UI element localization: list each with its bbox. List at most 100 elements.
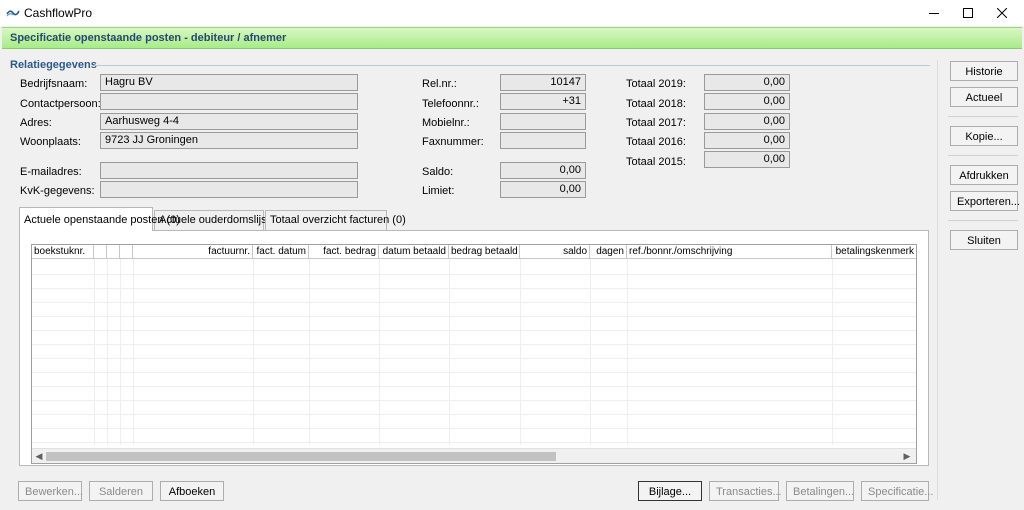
tab-openstaande-posten[interactable]: Actuele openstaande posten (0) [19, 207, 180, 231]
grid-row-line [32, 274, 916, 275]
posten-grid[interactable]: boekstuknr. factuurnr. fact. datum fact.… [31, 244, 917, 464]
contactpersoon-label: Contactpersoon: [20, 98, 101, 110]
totaal-field[interactable]: 0,00 [704, 132, 790, 149]
totaal-label: Totaal 2015: [626, 156, 686, 168]
totaal-label: Totaal 2017: [626, 117, 686, 129]
grid-column-line [590, 259, 591, 445]
limiet-field[interactable]: 0,00 [500, 181, 586, 198]
email-field[interactable] [100, 162, 358, 179]
grid-row-line [32, 316, 916, 317]
grid-column-line [832, 259, 833, 445]
column-header[interactable]: betalingskenmerk [832, 245, 916, 259]
column-header[interactable] [107, 245, 120, 259]
betalingen-button[interactable]: Betalingen... [786, 481, 854, 501]
contactpersoon-field[interactable] [100, 93, 358, 110]
grid-column-line [253, 259, 254, 445]
grid-row-line [32, 386, 916, 387]
historie-button[interactable]: Historie [950, 61, 1018, 81]
bedrijfsnaam-label: Bedrijfsnaam: [20, 78, 88, 90]
totaal-field[interactable]: 0,00 [704, 113, 790, 130]
grid-row-line [32, 442, 916, 443]
section-title: Relatiegegevens [10, 59, 97, 71]
grid-row-line [32, 288, 916, 289]
sluiten-button[interactable]: Sluiten [950, 230, 1018, 250]
window-title: CashflowPro [24, 6, 93, 20]
telefoon-label: Telefoonnr.: [422, 98, 479, 110]
column-header[interactable]: bedrag betaald [449, 245, 520, 259]
grid-column-line [309, 259, 310, 445]
close-button[interactable] [980, 0, 1024, 26]
grid-column-line [133, 259, 134, 445]
horizontal-scrollbar[interactable]: ◀ ▶ [32, 448, 916, 463]
column-header[interactable]: fact. datum [253, 245, 309, 259]
kvk-label: KvK-gegevens: [20, 185, 95, 197]
salderen-button[interactable]: Salderen [89, 481, 153, 501]
mobiel-field[interactable] [500, 113, 586, 130]
grid-column-line [379, 259, 380, 445]
bijlage-button[interactable]: Bijlage... [638, 481, 702, 501]
column-header[interactable]: boekstuknr. [32, 245, 94, 259]
saldo-field[interactable]: 0,00 [500, 162, 586, 179]
column-header[interactable] [120, 245, 133, 259]
actueel-button[interactable]: Actueel [950, 87, 1018, 107]
grid-row-line [32, 400, 916, 401]
grid-column-line [449, 259, 450, 445]
column-header[interactable]: factuurnr. [133, 245, 253, 259]
kopie-button[interactable]: Kopie... [950, 126, 1018, 146]
tab-overzicht-facturen[interactable]: Totaal overzicht facturen (0) [265, 210, 406, 230]
column-header[interactable]: ref./bonnr./omschrijving [627, 245, 832, 259]
close-icon [997, 8, 1007, 18]
scroll-left-icon[interactable]: ◀ [33, 450, 45, 462]
grid-row-line [32, 372, 916, 373]
grid-column-line [627, 259, 628, 445]
button-separator [948, 220, 1018, 221]
grid-row-line [32, 428, 916, 429]
afboeken-button[interactable]: Afboeken [160, 481, 224, 501]
column-header[interactable]: datum betaald [379, 245, 449, 259]
totaal-label: Totaal 2016: [626, 136, 686, 148]
grid-column-line [107, 259, 108, 445]
exporteren-button[interactable]: Exporteren... [950, 191, 1020, 211]
saldo-label: Saldo: [422, 166, 454, 178]
totaal-field[interactable]: 0,00 [704, 93, 790, 110]
telefoon-field[interactable]: +31 [500, 93, 586, 110]
window-titlebar: CashflowPro [0, 0, 1024, 26]
woonplaats-label: Woonplaats: [20, 136, 81, 148]
grid-column-line [94, 259, 95, 445]
grid-row-line [32, 358, 916, 359]
totaal-field[interactable]: 0,00 [704, 151, 790, 168]
specificatie-button[interactable]: Specificatie... [861, 481, 933, 501]
button-separator [948, 155, 1018, 156]
banner-title: Specificatie openstaande posten - debite… [10, 32, 287, 44]
scrollbar-thumb[interactable] [46, 452, 556, 461]
fax-field[interactable] [500, 132, 586, 149]
column-header[interactable] [94, 245, 107, 259]
grid-column-line [120, 259, 121, 445]
relnr-label: Rel.nr.: [422, 78, 457, 90]
relnr-field[interactable]: 10147 [500, 74, 586, 91]
email-label: E-mailadres: [20, 166, 82, 178]
totaal-label: Totaal 2019: [626, 78, 686, 90]
fax-label: Faxnummer: [422, 136, 484, 148]
grid-row-line [32, 344, 916, 345]
grid-row-line [32, 330, 916, 331]
totaal-field[interactable]: 0,00 [704, 74, 790, 91]
kvk-field[interactable] [100, 181, 358, 198]
transacties-button[interactable]: Transacties... [709, 481, 782, 501]
cashflow-logo-icon [6, 10, 20, 17]
afdrukken-button[interactable]: Afdrukken [950, 165, 1018, 185]
woonplaats-field[interactable]: 9723 JJ Groningen [100, 132, 358, 149]
grid-row-line [32, 302, 916, 303]
column-header[interactable]: fact. bedrag [309, 245, 379, 259]
bedrijfsnaam-field[interactable]: Hagru BV [100, 74, 358, 91]
adres-field[interactable]: Aarhusweg 4-4 [100, 113, 358, 130]
column-header[interactable]: saldo [520, 245, 590, 259]
adres-label: Adres: [20, 117, 52, 129]
side-divider [937, 60, 938, 500]
scroll-right-icon[interactable]: ▶ [901, 450, 913, 462]
column-header[interactable]: dagen [590, 245, 627, 259]
mobiel-label: Mobielnr.: [422, 117, 470, 129]
grid-row-line [32, 414, 916, 415]
bewerken-button[interactable]: Bewerken... [18, 481, 83, 501]
section-divider [94, 65, 930, 66]
